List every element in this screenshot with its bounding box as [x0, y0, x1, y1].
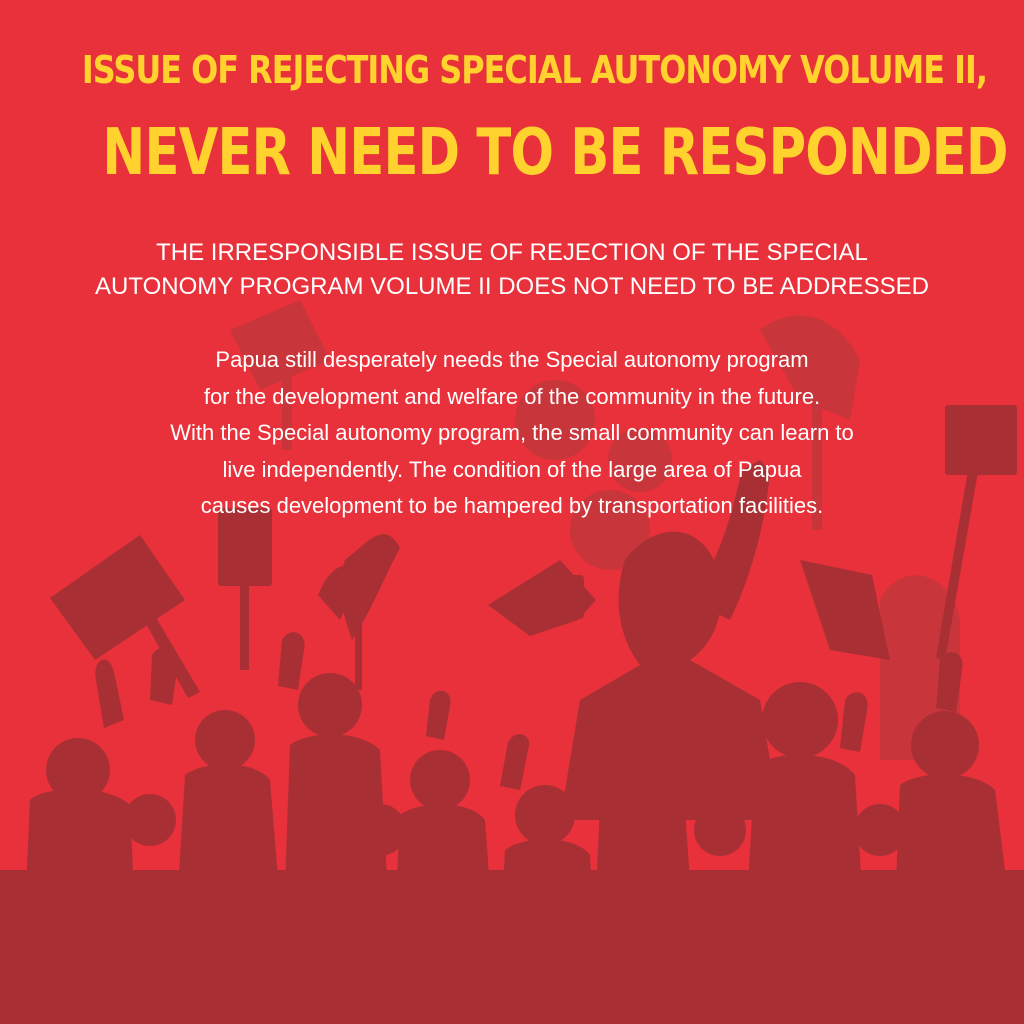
subheading: THE IRRESPONSIBLE ISSUE OF REJECTION OF … [0, 236, 1024, 304]
body-line: Papua still desperately needs the Specia… [215, 347, 809, 372]
body-line: With the Special autonomy program, the s… [170, 420, 854, 445]
body-line: for the development and welfare of the c… [203, 383, 821, 409]
subheading-line: THE IRRESPONSIBLE ISSUE OF REJECTION OF … [156, 239, 868, 266]
poster: ISSUE OF REJECTING SPECIAL AUTONOMY VOLU… [0, 0, 1024, 1024]
headline-line-1: ISSUE OF REJECTING SPECIAL AUTONOMY VOLU… [81, 48, 988, 92]
body-paragraph: Papua still desperately needs the Specia… [0, 342, 1024, 525]
body-line: causes development to be hampered by tra… [200, 493, 824, 518]
body-line: live independently. The condition of the… [222, 456, 802, 482]
headline-line-2: NEVER NEED TO BE RESPONDED TO [102, 116, 1024, 190]
subheading-line: AUTONOMY PROGRAM VOLUME II DOES NOT NEED… [95, 273, 929, 300]
